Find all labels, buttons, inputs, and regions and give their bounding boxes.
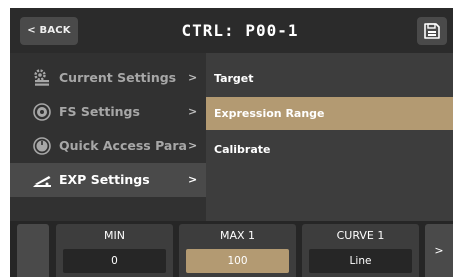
param-curve[interactable]: CURVE 1 Line	[302, 224, 419, 277]
param-label: MIN	[104, 229, 125, 242]
param-value[interactable]: Line	[309, 249, 412, 273]
menu-item-label: Quick Access Para	[59, 138, 187, 153]
device-screen: < BACK CTRL: P00-1 Current Settings > FS…	[10, 8, 453, 277]
chevron-right-icon: >	[188, 139, 198, 152]
header-bar: < BACK CTRL: P00-1	[10, 8, 453, 53]
option-calibrate[interactable]: Calibrate	[206, 133, 453, 166]
menu-item-fs-settings[interactable]: FS Settings >	[10, 95, 206, 129]
menu-item-label: FS Settings	[59, 104, 140, 119]
footswitch-icon	[32, 102, 52, 122]
menu-item-current-settings[interactable]: Current Settings >	[10, 61, 206, 95]
next-page-button[interactable]: >	[425, 224, 453, 277]
knob-icon	[32, 136, 52, 156]
menu-item-exp-settings[interactable]: EXP Settings >	[10, 163, 206, 197]
param-label: CURVE 1	[336, 229, 385, 242]
chevron-right-icon: >	[188, 105, 198, 118]
chevron-right-icon: >	[188, 173, 198, 186]
menu-item-label: Current Settings	[59, 70, 177, 85]
save-icon	[424, 23, 440, 39]
param-min[interactable]: MIN 0	[56, 224, 173, 277]
menu-item-label: EXP Settings	[59, 172, 150, 187]
back-button[interactable]: < BACK	[20, 17, 78, 45]
settings-gear-icon	[32, 68, 52, 88]
param-max[interactable]: MAX 1 100	[179, 224, 296, 277]
menu-item-quick-access[interactable]: Quick Access Para >	[10, 129, 206, 163]
settings-menu: Current Settings > FS Settings > Quick A…	[10, 53, 206, 221]
parameter-bar: MIN 0 MAX 1 100 CURVE 1 Line >	[10, 221, 453, 277]
param-value[interactable]: 0	[63, 249, 166, 273]
param-label: MAX 1	[219, 229, 256, 242]
submenu-panel: Target Expression Range Calibrate	[206, 53, 453, 221]
expression-pedal-icon	[32, 170, 52, 190]
previous-page-button[interactable]	[17, 224, 49, 277]
page-title: CTRL: P00-1	[181, 21, 299, 40]
chevron-right-icon: >	[188, 71, 198, 84]
option-target[interactable]: Target	[206, 62, 453, 95]
option-expression-range[interactable]: Expression Range	[206, 97, 453, 130]
save-button[interactable]	[417, 17, 447, 45]
param-value[interactable]: 100	[186, 249, 289, 273]
